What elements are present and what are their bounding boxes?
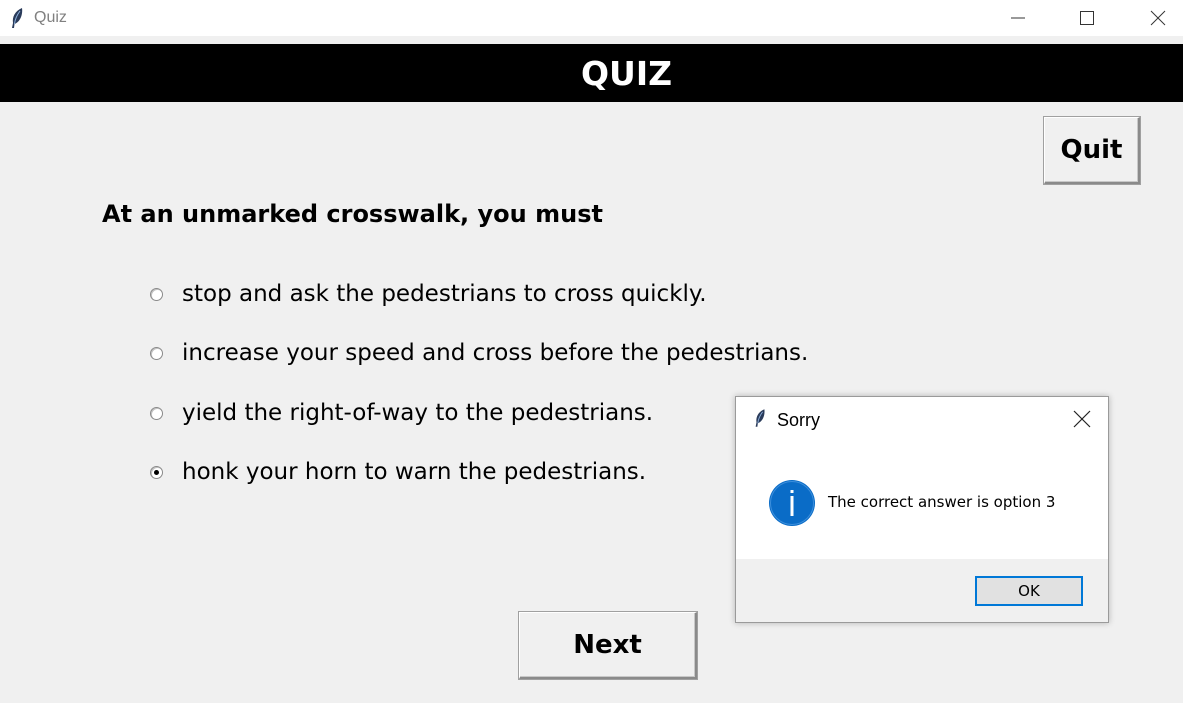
option-1[interactable]: stop and ask the pedestrians to cross qu…	[150, 279, 707, 309]
dialog-title: Sorry	[777, 410, 821, 430]
option-4[interactable]: honk your horn to warn the pedestrians.	[150, 457, 646, 487]
option-3[interactable]: yield the right-of-way to the pedestrian…	[150, 398, 653, 428]
dialog-footer: OK	[736, 559, 1108, 622]
option-1-radio[interactable]	[150, 287, 163, 301]
close-icon	[1073, 410, 1091, 428]
quiz-window: Quiz QUIZ Quit At an unmarked crosswalk,…	[0, 0, 1183, 703]
info-icon	[768, 479, 816, 527]
feather-icon	[9, 7, 25, 29]
option-4-radio[interactable]	[150, 465, 163, 479]
minimize-button[interactable]	[995, 0, 1041, 36]
maximize-button[interactable]	[1064, 0, 1110, 36]
option-2[interactable]: increase your speed and cross before the…	[150, 338, 808, 368]
option-1-label[interactable]: stop and ask the pedestrians to cross qu…	[182, 281, 707, 307]
option-2-label[interactable]: increase your speed and cross before the…	[182, 340, 808, 366]
title-bar[interactable]: Quiz	[0, 0, 1183, 36]
next-button[interactable]: Next	[519, 612, 697, 679]
question-text: At an unmarked crosswalk, you must	[102, 200, 603, 228]
close-window-button[interactable]	[1135, 0, 1181, 36]
option-2-radio[interactable]	[150, 346, 163, 360]
maximize-icon	[1080, 11, 1094, 25]
window-title: Quiz	[34, 9, 67, 26]
option-4-label[interactable]: honk your horn to warn the pedestrians.	[182, 459, 646, 485]
option-3-radio[interactable]	[150, 406, 163, 420]
quit-button[interactable]: Quit	[1044, 117, 1140, 184]
page-title: QUIZ	[580, 53, 673, 93]
dialog-close-button[interactable]	[1062, 405, 1102, 433]
feather-icon	[753, 408, 767, 428]
close-icon	[1150, 10, 1166, 26]
ok-button[interactable]: OK	[975, 576, 1083, 606]
quiz-header: QUIZ	[0, 44, 1183, 102]
sorry-dialog: Sorry The correct answer is option 3 OK	[735, 396, 1109, 623]
minimize-icon	[1011, 17, 1025, 19]
dialog-message: The correct answer is option 3	[828, 493, 1056, 511]
option-3-label[interactable]: yield the right-of-way to the pedestrian…	[182, 400, 653, 426]
